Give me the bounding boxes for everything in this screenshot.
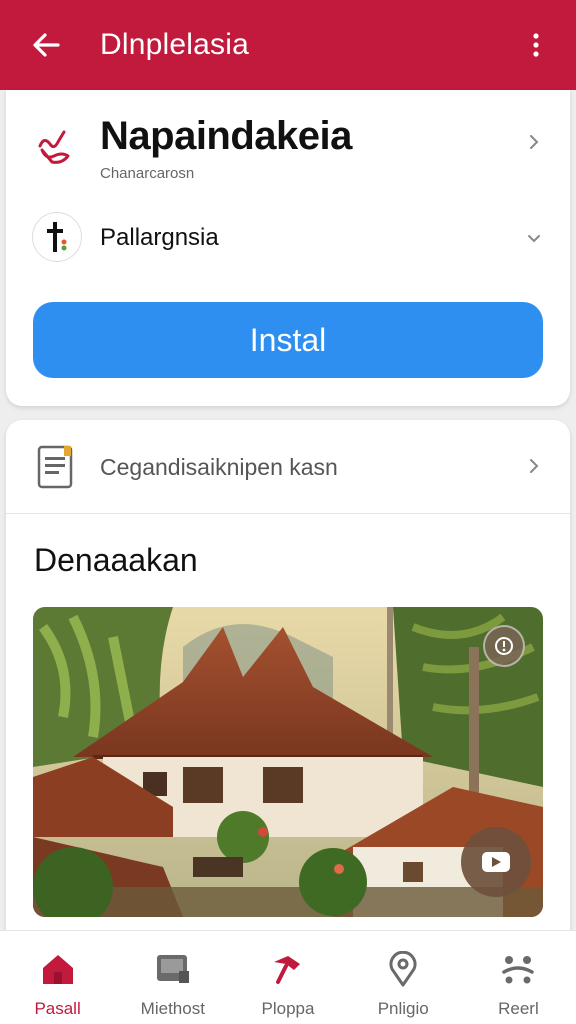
arrow-left-icon bbox=[33, 33, 60, 57]
app-title-row[interactable]: Napaindakeia Chanarcarosn bbox=[6, 90, 570, 200]
info-row-label: Cegandisaiknipen kasn bbox=[100, 454, 338, 480]
developer-logo-icon bbox=[47, 222, 67, 252]
nav-label: Pnligio bbox=[377, 999, 429, 1018]
nav-item-location[interactable]: Pnligio bbox=[346, 931, 461, 1024]
nav-item-people[interactable]: Reerl bbox=[461, 931, 576, 1024]
more-vert-icon bbox=[533, 33, 539, 57]
details-card: Cegandisaiknipen kasn Denaaakan bbox=[6, 420, 570, 960]
home-icon bbox=[42, 955, 73, 984]
info-row[interactable]: Cegandisaiknipen kasn bbox=[6, 420, 570, 514]
nav-item-home[interactable]: Pasall bbox=[0, 931, 115, 1024]
nav-label: Reerl bbox=[498, 999, 539, 1018]
app-name: Napaindakeia bbox=[100, 114, 352, 158]
developer-avatar bbox=[32, 212, 82, 262]
app-bar-title: Dlnplelasia bbox=[100, 28, 249, 61]
nav-item-screen[interactable]: Miethost bbox=[115, 931, 230, 1024]
more-options-button[interactable] bbox=[516, 17, 556, 73]
hammer-icon bbox=[274, 956, 300, 984]
chevron-right-icon bbox=[530, 135, 539, 149]
document-icon bbox=[37, 445, 73, 489]
info-icon bbox=[495, 637, 513, 655]
people-icon bbox=[502, 956, 535, 984]
nav-label: Pasall bbox=[34, 999, 81, 1018]
nav-label: Ploppa bbox=[261, 999, 315, 1018]
developer-row[interactable]: Pallargnsia bbox=[6, 206, 570, 272]
app-logo-icon bbox=[38, 130, 70, 164]
location-pin-icon bbox=[389, 951, 417, 987]
info-badge[interactable] bbox=[483, 625, 525, 667]
screen-icon bbox=[156, 955, 189, 983]
back-button[interactable] bbox=[18, 17, 74, 73]
nav-item-tools[interactable]: Ploppa bbox=[230, 931, 345, 1024]
section-title: Denaaakan bbox=[34, 542, 198, 578]
app-header-card: Napaindakeia Chanarcarosn Pallargnsia In… bbox=[6, 90, 570, 406]
play-icon bbox=[482, 852, 510, 872]
nav-label: Miethost bbox=[140, 999, 205, 1018]
bottom-navigation: Pasall Miethost Ploppa Pnligio Reerl bbox=[0, 930, 576, 1024]
chevron-down-icon bbox=[528, 235, 540, 243]
app-bar: Dlnplelasia bbox=[0, 0, 576, 90]
install-button[interactable]: Instal bbox=[33, 302, 543, 378]
developer-name: Pallargnsia bbox=[100, 224, 219, 251]
chevron-right-icon bbox=[530, 459, 539, 473]
play-badge[interactable] bbox=[461, 827, 531, 897]
featured-photo[interactable] bbox=[33, 607, 543, 917]
app-subtitle: Chanarcarosn bbox=[100, 165, 195, 182]
